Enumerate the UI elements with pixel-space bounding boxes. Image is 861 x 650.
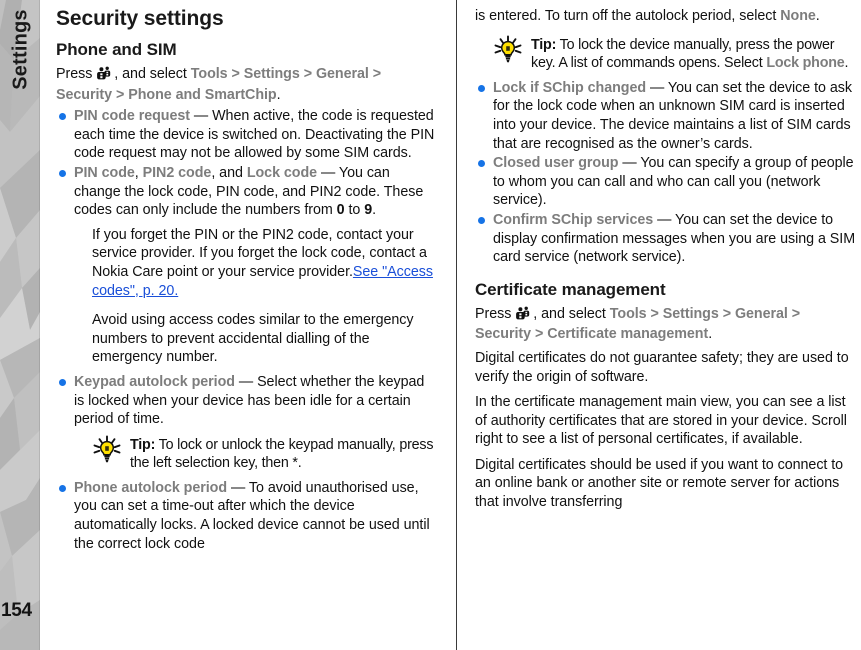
bullet-icon (478, 84, 485, 92)
dash: — (190, 108, 213, 125)
bullet-icon (59, 378, 66, 386)
tip-period: . (844, 55, 849, 72)
setting-description-cont: to (344, 202, 365, 219)
dash: — (227, 479, 249, 496)
right-column: is entered. To turn off the autolock per… (457, 0, 861, 650)
tip-text: Tip: To lock the device manually, press … (531, 36, 849, 72)
setting-label: Closed user group (493, 155, 619, 172)
menu-key-icon (97, 66, 111, 86)
bullet-icon (478, 216, 485, 224)
user-guide-page: Settings 154 Security settings Phone and… (0, 0, 861, 650)
breadcrumb-phone-and-smartchip: Phone and SmartChip (128, 86, 277, 103)
page-title: Security settings (56, 7, 224, 30)
dash: — (618, 155, 641, 172)
section-heading-phone-and-sim: Phone and SIM (56, 40, 177, 59)
path-period: . (708, 326, 713, 343)
left-column: Security settings Phone and SIM Press , a… (40, 0, 456, 650)
paragraph-digital-certificates-usage: Digital certificates should be used if y… (475, 456, 844, 511)
setting-label: Confirm SChip services (493, 211, 654, 228)
list-item-keypad-autolock-period: Keypad autolock period — Select whether … (56, 373, 438, 477)
and-select-label: , and select (114, 66, 187, 82)
continuation-period: . (815, 8, 820, 24)
setting-label: PIN code request (74, 108, 190, 125)
dash: — (234, 373, 258, 390)
paragraph-autolock-continuation: is entered. To turn off the autolock per… (475, 0, 857, 29)
breadcrumb-separator: > (231, 66, 240, 82)
breadcrumb-separator: > (791, 305, 801, 322)
breadcrumb-general: General (734, 305, 788, 322)
continuation-text: is entered. To turn off the autolock per… (475, 8, 781, 24)
breadcrumb-separator: > (115, 86, 125, 103)
setting-label-lock-code: Lock code (246, 164, 318, 181)
tip-label: Tip: (531, 36, 557, 53)
dash: — (646, 79, 668, 96)
dash: — (653, 211, 676, 228)
breadcrumb-general: General (315, 66, 369, 82)
list-item-closed-user-group: Closed user group — You can specify a gr… (475, 154, 857, 210)
page-content: Security settings Phone and SIM Press , a… (40, 0, 861, 650)
setting-label-pin-code: PIN code (74, 164, 135, 181)
menu-key-icon (516, 306, 530, 326)
lightbulb-tip-icon (491, 35, 525, 65)
section-heading-certificate-management: Certificate management (475, 279, 666, 299)
security-bullet-list: Lock if SChip changed — You can set the … (475, 79, 857, 267)
tip-label: Tip: (130, 436, 156, 453)
breadcrumb-separator: > (534, 326, 544, 343)
ui-value-none: None (780, 8, 816, 24)
breadcrumb-settings: Settings (662, 305, 719, 322)
label-joiner: , (134, 164, 143, 181)
paragraph-digital-certificates-safety: Digital certificates do not guarantee sa… (475, 349, 849, 385)
breadcrumb-settings: Settings (243, 66, 300, 82)
press-label: Press (56, 66, 93, 82)
breadcrumb-tools: Tools (609, 305, 647, 322)
breadcrumb-separator: > (303, 66, 313, 82)
list-item-lock-if-schip-changed: Lock if SChip changed — You can set the … (475, 79, 857, 153)
setting-description-end: . (372, 202, 377, 219)
tip-body: To lock or unlock the keypad manually, p… (130, 436, 434, 472)
code-number-max: 9 (364, 202, 373, 219)
nested-paragraphs: If you forget the PIN or the PIN2 code, … (74, 220, 438, 372)
breadcrumb-certificate-management: Certificate management (547, 326, 709, 343)
setting-label-pin2-code: PIN2 code (142, 164, 212, 181)
label-joiner: , and (211, 164, 247, 181)
breadcrumb-security: Security (475, 326, 532, 343)
breadcrumb-separator: > (650, 305, 659, 322)
chapter-sidebar: Settings 154 (0, 0, 40, 650)
list-item-pin-code-request: PIN code request — When active, the code… (56, 107, 438, 163)
list-item-phone-autolock-period: Phone autolock period — To avoid unautho… (56, 479, 438, 553)
list-item-codes: PIN code, PIN2 code, and Lock code — You… (56, 164, 438, 372)
path-period: . (276, 86, 281, 103)
breadcrumb-tools: Tools (190, 66, 228, 82)
and-select-label: , and select (533, 305, 606, 322)
menu-path-phone-and-sim: Press , and select Tools > Settings > Gen… (56, 63, 438, 107)
press-label: Press (475, 305, 512, 322)
tip-text: Tip: To lock or unlock the keypad manual… (130, 436, 434, 472)
tip-box-keypad-lock: Tip: To lock or unlock the keypad manual… (74, 433, 438, 477)
setting-label: Phone autolock period (74, 479, 228, 496)
bullet-icon (59, 484, 66, 492)
bullet-icon (478, 160, 485, 168)
setting-label: Keypad autolock period (74, 373, 235, 390)
sidebar-facet-texture (0, 0, 40, 650)
page-number: 154 (1, 600, 32, 621)
dash: — (317, 164, 339, 181)
breadcrumb-separator: > (372, 66, 382, 82)
breadcrumb-security: Security (56, 86, 113, 103)
paragraph-avoid-emergency-codes: Avoid using access codes similar to the … (92, 312, 414, 366)
paragraph-forgot-codes: If you forget the PIN or the PIN2 code, … (92, 220, 438, 305)
paragraph-certificate-main-view: In the certificate management main view,… (475, 394, 847, 448)
setting-label: Lock if SChip changed (493, 79, 647, 96)
bullet-icon (59, 113, 66, 121)
lightbulb-tip-icon (90, 435, 124, 465)
ui-value-lock-phone: Lock phone (766, 55, 845, 72)
bullet-icon (59, 169, 66, 177)
settings-bullet-list: PIN code request — When active, the code… (56, 107, 438, 553)
code-number-min: 0 (336, 202, 345, 219)
breadcrumb-separator: > (722, 305, 732, 322)
list-item-confirm-schip-services: Confirm SChip services — You can set the… (475, 211, 857, 267)
chapter-label: Settings (9, 9, 32, 90)
menu-path-certificate-management: Press , and select Tools > Settings > Gen… (475, 303, 857, 347)
tip-box-device-lock: Tip: To lock the device manually, press … (475, 33, 857, 77)
